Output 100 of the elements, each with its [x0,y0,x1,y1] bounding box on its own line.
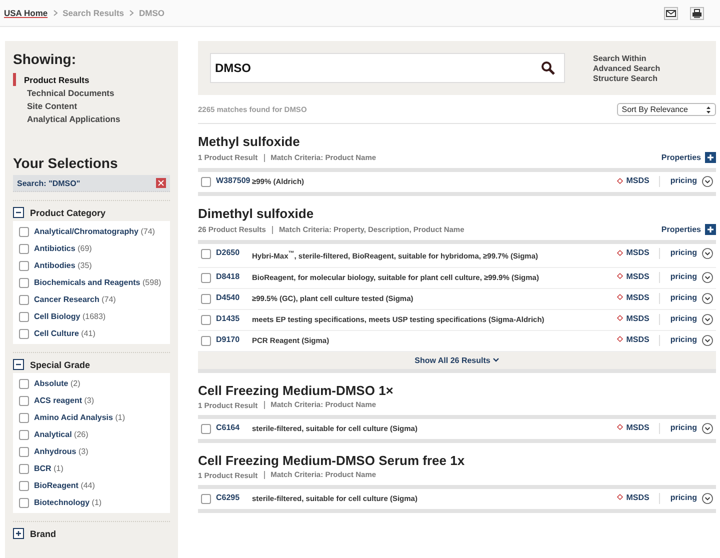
sort-dropdown[interactable]: Sort By Relevance [616,103,716,116]
diamond-icon [617,273,624,279]
facet-option[interactable]: BioReagent (44) [34,479,95,492]
checkbox[interactable] [19,396,29,406]
checkbox[interactable] [19,498,29,508]
product-number-link[interactable]: W387509 [216,176,252,185]
search-icon[interactable] [541,61,555,75]
properties-link[interactable]: Properties [661,224,716,235]
search-field[interactable]: DMSO [210,53,565,83]
pricing-link[interactable]: pricing [670,292,697,302]
expand-icon[interactable] [702,248,713,259]
facet-heading: Special Grade [30,360,90,370]
diamond-icon [617,178,624,184]
checkbox[interactable] [201,294,211,304]
pricing-link[interactable]: pricing [670,272,697,280]
checkbox[interactable] [201,336,211,346]
checkbox[interactable] [19,447,29,457]
checkbox[interactable] [201,424,211,434]
expand-icon[interactable] [702,334,713,346]
facet-option[interactable]: Anhydrous (3) [34,445,88,458]
plus-icon[interactable] [13,528,24,539]
checkbox[interactable] [19,379,29,389]
checkbox[interactable] [201,177,211,187]
facet-option[interactable]: Amino Acid Analysis (1) [34,411,125,424]
checkbox[interactable] [19,312,29,322]
selection-label: Search: "DMSO" [17,178,80,188]
showing-item[interactable]: Site Content [13,99,170,112]
facet-option[interactable]: Biochemicals and Reagents (598) [34,276,162,289]
search-option-link[interactable]: Advanced Search [593,64,660,72]
msds-link[interactable]: MSDS [617,176,650,185]
product-number-link[interactable]: D4540 [216,292,252,302]
print-icon[interactable] [690,6,704,20]
pricing-link[interactable]: pricing [670,314,697,322]
checkbox[interactable] [19,244,29,254]
minus-icon[interactable] [13,207,24,218]
facet-option[interactable]: Biotechnology (1) [34,496,102,509]
facet-option[interactable]: Absolute (2) [34,377,80,390]
checkbox[interactable] [19,295,29,305]
pricing-link[interactable]: pricing [670,422,697,432]
section-heading: Showing: [13,51,77,67]
checkbox[interactable] [19,413,29,423]
expand-icon[interactable] [702,292,713,304]
msds-link[interactable]: MSDS [617,422,650,432]
checkbox[interactable] [19,278,29,288]
pricing-link[interactable]: pricing [670,248,697,257]
facet-option[interactable]: ACS reagent (3) [34,394,94,407]
checkbox[interactable] [201,272,211,282]
facet-option[interactable]: Cell Culture (41) [34,327,96,340]
minus-icon[interactable] [13,359,24,370]
diamond-icon [617,315,624,321]
pricing-link[interactable]: pricing [670,176,697,185]
product-number-link[interactable]: D1435 [216,314,252,322]
msds-link[interactable]: MSDS [617,334,650,344]
msds-link[interactable]: MSDS [617,492,650,502]
facet-option[interactable]: Analytical/Chromatography (74) [34,225,155,238]
group-title: Cell Freezing Medium-DMSO Serum free 1x [198,452,466,468]
facet-option[interactable]: Analytical (26) [34,428,88,441]
section-heading: Your Selections [13,155,119,171]
checkbox[interactable] [19,464,29,474]
product-number-link[interactable]: D9170 [216,334,252,344]
facet-option[interactable]: Cancer Research (74) [34,293,116,306]
pricing-link[interactable]: pricing [670,334,697,344]
msds-link[interactable]: MSDS [617,292,650,302]
checkbox[interactable] [19,227,29,237]
checkbox[interactable] [19,430,29,440]
product-number-link[interactable]: D2650 [216,248,252,257]
expand-icon[interactable] [702,422,713,434]
checkbox[interactable] [19,261,29,271]
pricing-link[interactable]: pricing [670,492,697,502]
product-number-link[interactable]: D8418 [216,272,252,280]
facet-option[interactable]: Antibodies (35) [34,259,92,272]
checkbox[interactable] [201,494,211,504]
facet-option[interactable]: Antibiotics (69) [34,242,92,255]
breadcrumb-link[interactable]: USA Home [4,8,48,18]
facet-option[interactable]: Cell Biology (1683) [34,310,106,323]
msds-link[interactable]: MSDS [617,314,650,322]
expand-icon[interactable] [702,272,713,282]
show-all-button[interactable]: Show All 26 Results [198,352,716,368]
checkbox[interactable] [201,314,211,324]
facet-option[interactable]: BCR (1) [34,462,64,475]
properties-link[interactable]: Properties [661,152,716,163]
product-number-link[interactable]: C6295 [216,492,252,502]
msds-link[interactable]: MSDS [617,248,650,257]
showing-item[interactable]: Product Results [13,73,170,86]
expand-icon[interactable] [702,492,713,504]
checkbox[interactable] [201,249,211,259]
checkbox[interactable] [19,329,29,339]
email-icon[interactable] [664,6,678,20]
group-title: Cell Freezing Medium-DMSO 1× [198,382,394,398]
expand-icon[interactable] [702,314,713,324]
product-number-link[interactable]: C6164 [216,422,252,432]
search-option-link[interactable]: Search Within [593,54,660,62]
showing-item[interactable]: Analytical Applications [13,112,170,125]
msds-link[interactable]: MSDS [617,272,650,280]
checkbox[interactable] [19,481,29,491]
showing-item[interactable]: Technical Documents [13,86,170,99]
expand-icon[interactable] [702,176,713,187]
remove-icon[interactable] [156,178,166,188]
diamond-icon [617,494,624,500]
search-option-link[interactable]: Structure Search [593,74,660,82]
